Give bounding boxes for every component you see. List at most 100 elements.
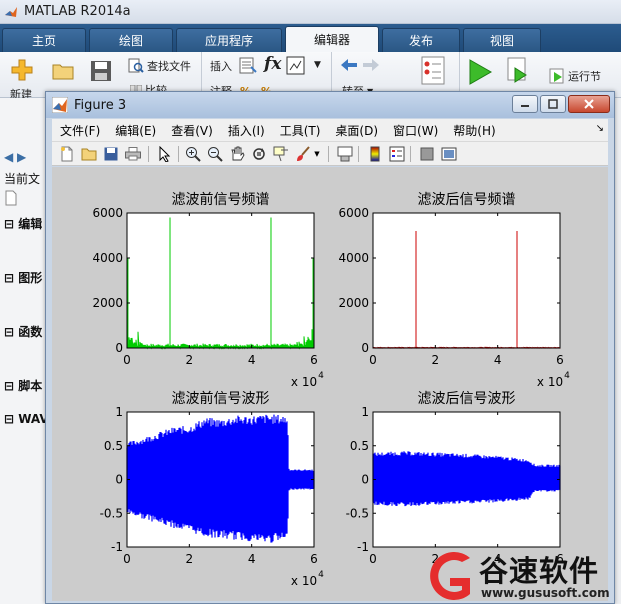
x-tick-label: 0: [123, 552, 131, 566]
dock-arrow-icon[interactable]: ↘: [596, 123, 604, 134]
menu-file[interactable]: 文件(F): [60, 122, 100, 139]
insert-label: 插入: [210, 60, 232, 73]
current-folder-label: 当前文: [4, 172, 41, 186]
tab-view[interactable]: 视图: [463, 28, 541, 52]
y-tick-label: 6000: [338, 206, 369, 220]
tree-item-wav[interactable]: ⊟ WAV: [4, 412, 49, 426]
y-tick-label: 1: [115, 405, 123, 419]
colorbar-icon[interactable]: [366, 145, 384, 163]
figure-titlebar[interactable]: Figure 3: [46, 92, 614, 118]
close-button[interactable]: [568, 95, 610, 113]
y-tick-label: 4000: [92, 251, 123, 265]
minimize-button[interactable]: [512, 95, 538, 113]
file-icon: [4, 190, 18, 209]
y-tick-label: -0.5: [100, 506, 123, 520]
x-tick-label: 6: [556, 353, 564, 367]
x-axis-multiplier: x 10: [537, 375, 563, 389]
menu-view[interactable]: 查看(V): [171, 122, 213, 139]
legend-icon[interactable]: [388, 145, 406, 163]
nav-back-icon[interactable]: ◀ ▶: [4, 150, 26, 164]
hide-plot-tools-icon[interactable]: [418, 145, 436, 163]
run-button[interactable]: [467, 58, 496, 86]
menu-insert[interactable]: 插入(I): [228, 122, 265, 139]
menu-window[interactable]: 窗口(W): [393, 122, 438, 139]
x-tick-label: 6: [310, 552, 318, 566]
x-axis-exponent: 4: [564, 371, 570, 381]
forward-button[interactable]: [362, 58, 383, 72]
tab-editor[interactable]: 编辑器: [285, 26, 379, 52]
data-cursor-icon[interactable]: [272, 145, 290, 163]
y-tick-label: -1: [111, 540, 123, 554]
link-plot-icon[interactable]: [336, 145, 354, 163]
breakpoints-button[interactable]: [421, 56, 450, 86]
toolbar-separator: [178, 146, 179, 162]
tree-item-editor[interactable]: ⊟ 编辑: [4, 215, 42, 232]
insert-function-icon[interactable]: fx: [264, 54, 281, 74]
plus-icon: [11, 59, 33, 81]
brush-dropdown-icon[interactable]: ▼: [312, 145, 322, 163]
y-tick-label: 2000: [92, 296, 123, 310]
gususoft-logo-icon: [430, 552, 470, 600]
minimize-icon: [521, 105, 529, 107]
rotate-3d-icon[interactable]: [250, 145, 268, 163]
figure-window[interactable]: Figure 3 文件(F) 编辑(E) 查看(V) 插入(I) 工具(T) 桌…: [45, 91, 615, 604]
new-button[interactable]: [10, 58, 37, 82]
show-plot-tools-icon[interactable]: [440, 145, 458, 163]
open-button[interactable]: [52, 62, 77, 80]
x-axis-exponent: 4: [318, 570, 324, 580]
open-file-icon[interactable]: [80, 145, 98, 163]
axes-background: [373, 213, 560, 348]
save-icon: [91, 61, 111, 81]
zoom-in-icon[interactable]: [184, 145, 202, 163]
y-tick-label: 0.5: [104, 439, 123, 453]
brush-icon[interactable]: [294, 145, 312, 163]
find-files-button[interactable]: 查找文件: [128, 58, 191, 74]
menu-edit[interactable]: 编辑(E): [115, 122, 156, 139]
zoom-out-icon[interactable]: [206, 145, 224, 163]
x-axis-multiplier: x 10: [291, 375, 317, 389]
subplot-title: 滤波后信号波形: [418, 391, 516, 407]
insert-dropdown-icon[interactable]: ▼: [314, 60, 321, 70]
insert-figure-button[interactable]: [286, 56, 309, 76]
maximize-button[interactable]: [540, 95, 566, 113]
collapse-icon: ⊟: [4, 412, 19, 426]
x-tick-label: 4: [248, 552, 256, 566]
tab-home[interactable]: 主页: [2, 28, 86, 52]
menu-desktop[interactable]: 桌面(D): [335, 122, 378, 139]
menu-tools[interactable]: 工具(T): [280, 122, 321, 139]
run-advance-button[interactable]: [506, 56, 535, 86]
arrow-back-icon: [341, 59, 357, 71]
tree-item-functions[interactable]: ⊟ 函数: [4, 323, 42, 340]
menu-help[interactable]: 帮助(H): [453, 122, 495, 139]
run-section-button[interactable]: 运行节: [549, 68, 601, 84]
y-tick-label: 0: [361, 341, 369, 355]
new-figure-icon[interactable]: [58, 145, 76, 163]
find-files-label: 查找文件: [147, 60, 191, 73]
close-icon: [584, 99, 594, 109]
ribbon-tabstrip: 主页 绘图 应用程序 编辑器 发布 视图: [0, 24, 621, 52]
tree-item-figures[interactable]: ⊟ 图形: [4, 269, 42, 286]
tree-item-scripts[interactable]: ⊟ 脚本: [4, 377, 42, 394]
print-icon[interactable]: [124, 145, 142, 163]
toolbar-separator: [328, 146, 329, 162]
arrow-forward-icon: [363, 59, 379, 71]
figure-canvas[interactable]: 0 2 4 6 0 2000 4000 6000 滤波前信号频谱 x 10 4 0 2 4 6 0 2000 40…: [52, 167, 608, 601]
tab-publish[interactable]: 发布: [382, 28, 460, 52]
edit-plot-icon[interactable]: [156, 145, 174, 163]
insert-section-button[interactable]: [238, 56, 261, 76]
x-tick-label: 4: [494, 353, 502, 367]
x-axis-multiplier: x 10: [291, 574, 317, 588]
y-tick-label: 0.5: [350, 439, 369, 453]
save-icon[interactable]: [102, 145, 120, 163]
save-button[interactable]: [90, 60, 115, 82]
y-tick-label: 1: [361, 405, 369, 419]
tab-plots[interactable]: 绘图: [89, 28, 173, 52]
insert-button[interactable]: 插入: [210, 58, 232, 74]
pan-icon[interactable]: [228, 145, 246, 163]
toolbar-separator: [410, 146, 411, 162]
matlab-logo-icon: [5, 6, 17, 17]
x-tick-label: 0: [123, 353, 131, 367]
tab-apps[interactable]: 应用程序: [176, 28, 282, 52]
insert-figure-icon: [286, 56, 305, 75]
back-button[interactable]: [340, 58, 361, 72]
